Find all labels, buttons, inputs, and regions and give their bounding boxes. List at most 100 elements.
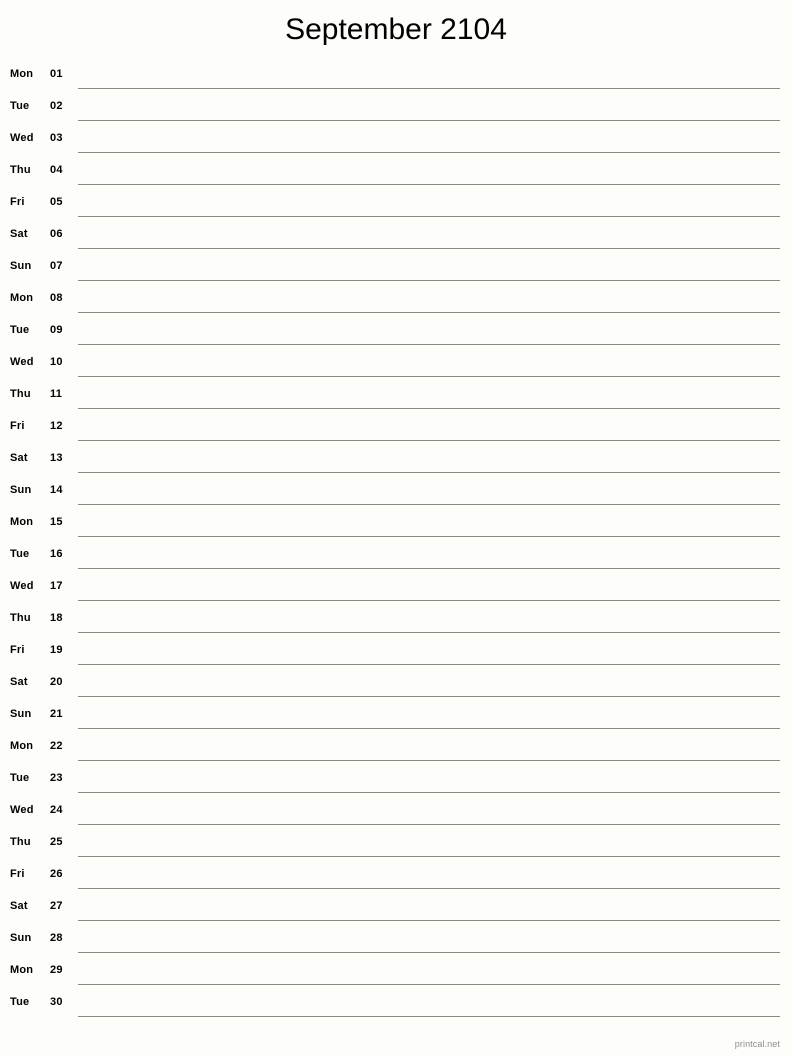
writing-line[interactable]	[78, 920, 780, 921]
writing-line[interactable]	[78, 856, 780, 857]
day-number-label: 25	[50, 836, 63, 848]
day-number-label: 22	[50, 740, 63, 752]
day-of-week-label: Thu	[10, 388, 31, 400]
day-row: Sun 14	[0, 478, 792, 510]
day-of-week-label: Mon	[10, 68, 34, 80]
day-of-week-label: Thu	[10, 836, 31, 848]
day-row: Sat 20	[0, 670, 792, 702]
day-row: Wed 24	[0, 798, 792, 830]
day-of-week-label: Fri	[10, 868, 25, 880]
day-row: Wed 17	[0, 574, 792, 606]
writing-line[interactable]	[78, 376, 780, 377]
writing-line[interactable]	[78, 696, 780, 697]
day-row: Fri 12	[0, 414, 792, 446]
day-number-label: 20	[50, 676, 63, 688]
writing-line[interactable]	[78, 216, 780, 217]
writing-line[interactable]	[78, 632, 780, 633]
writing-line[interactable]	[78, 728, 780, 729]
day-row: Wed 03	[0, 126, 792, 158]
writing-line[interactable]	[78, 408, 780, 409]
day-number-label: 30	[50, 996, 63, 1008]
day-number-label: 26	[50, 868, 63, 880]
day-number-label: 07	[50, 260, 63, 272]
writing-line[interactable]	[78, 184, 780, 185]
day-of-week-label: Sat	[10, 900, 28, 912]
day-row-list: Mon 01 Tue 02 Wed 03 Thu 04 Fri 05 Sat 06 Sun 07 Mon 08…	[0, 62, 792, 1022]
day-row: Sat 13	[0, 446, 792, 478]
writing-line[interactable]	[78, 888, 780, 889]
day-row: Mon 08	[0, 286, 792, 318]
writing-line[interactable]	[78, 600, 780, 601]
day-number-label: 27	[50, 900, 63, 912]
day-of-week-label: Tue	[10, 772, 30, 784]
writing-line[interactable]	[78, 536, 780, 537]
writing-line[interactable]	[78, 952, 780, 953]
day-of-week-label: Wed	[10, 132, 34, 144]
day-of-week-label: Sat	[10, 452, 28, 464]
day-number-label: 21	[50, 708, 63, 720]
day-number-label: 04	[50, 164, 63, 176]
writing-line[interactable]	[78, 1016, 780, 1017]
day-row: Thu 04	[0, 158, 792, 190]
writing-line[interactable]	[78, 440, 780, 441]
day-row: Wed 10	[0, 350, 792, 382]
day-row: Tue 02	[0, 94, 792, 126]
day-number-label: 15	[50, 516, 63, 528]
day-number-label: 18	[50, 612, 63, 624]
writing-line[interactable]	[78, 984, 780, 985]
day-of-week-label: Mon	[10, 740, 34, 752]
day-of-week-label: Thu	[10, 612, 31, 624]
day-row: Thu 18	[0, 606, 792, 638]
day-row: Tue 16	[0, 542, 792, 574]
day-of-week-label: Tue	[10, 324, 30, 336]
writing-line[interactable]	[78, 472, 780, 473]
writing-line[interactable]	[78, 760, 780, 761]
writing-line[interactable]	[78, 120, 780, 121]
day-row: Mon 01	[0, 62, 792, 94]
day-row: Sun 07	[0, 254, 792, 286]
writing-line[interactable]	[78, 312, 780, 313]
day-of-week-label: Sat	[10, 228, 28, 240]
page-title: September 2104	[285, 13, 507, 46]
day-number-label: 28	[50, 932, 63, 944]
writing-line[interactable]	[78, 792, 780, 793]
day-row: Thu 25	[0, 830, 792, 862]
day-of-week-label: Tue	[10, 548, 30, 560]
day-row: Sun 21	[0, 702, 792, 734]
day-number-label: 05	[50, 196, 63, 208]
day-of-week-label: Tue	[10, 996, 30, 1008]
day-of-week-label: Fri	[10, 196, 25, 208]
writing-line[interactable]	[78, 280, 780, 281]
writing-line[interactable]	[78, 152, 780, 153]
writing-line[interactable]	[78, 248, 780, 249]
day-number-label: 02	[50, 100, 63, 112]
day-number-label: 19	[50, 644, 63, 656]
day-number-label: 01	[50, 68, 63, 80]
day-number-label: 13	[50, 452, 63, 464]
day-number-label: 11	[50, 388, 63, 400]
day-number-label: 09	[50, 324, 63, 336]
day-of-week-label: Sun	[10, 260, 32, 272]
day-of-week-label: Fri	[10, 644, 25, 656]
day-row: Fri 05	[0, 190, 792, 222]
writing-line[interactable]	[78, 88, 780, 89]
day-row: Fri 19	[0, 638, 792, 670]
day-row: Mon 15	[0, 510, 792, 542]
writing-line[interactable]	[78, 568, 780, 569]
writing-line[interactable]	[78, 504, 780, 505]
day-of-week-label: Thu	[10, 164, 31, 176]
day-of-week-label: Tue	[10, 100, 30, 112]
writing-line[interactable]	[78, 824, 780, 825]
day-of-week-label: Sat	[10, 676, 28, 688]
day-of-week-label: Sun	[10, 484, 32, 496]
day-of-week-label: Wed	[10, 804, 34, 816]
day-row: Sat 27	[0, 894, 792, 926]
writing-line[interactable]	[78, 344, 780, 345]
day-of-week-label: Mon	[10, 292, 34, 304]
day-number-label: 23	[50, 772, 63, 784]
day-number-label: 03	[50, 132, 63, 144]
day-row: Mon 22	[0, 734, 792, 766]
calendar-page: September 2104 Mon 01 Tue 02 Wed 03 Thu 04 Fri 05…	[0, 0, 792, 1056]
day-row: Tue 30	[0, 990, 792, 1022]
writing-line[interactable]	[78, 664, 780, 665]
